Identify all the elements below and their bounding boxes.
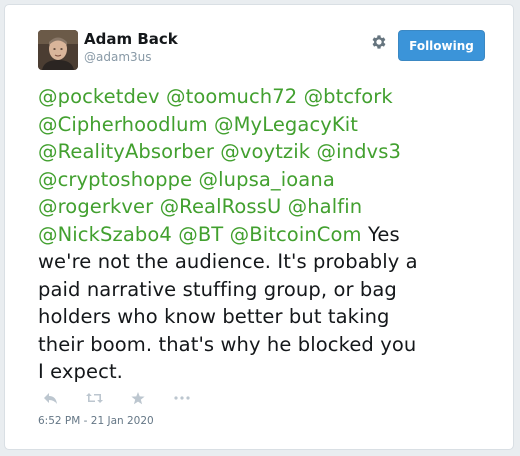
- avatar-image: [38, 30, 78, 70]
- mention-link[interactable]: @RealityAbsorber: [38, 140, 214, 163]
- tweet-text-line: their boom. that's why he blocked you: [38, 331, 508, 359]
- mention-link[interactable]: @cryptoshoppe: [38, 168, 192, 191]
- tweet-text-line: @pocketdev @toomuch72 @btcfork: [38, 83, 508, 111]
- tweet-text-segment: their boom. that's why he blocked you: [38, 332, 417, 356]
- tweet-text-line: @NickSzabo4 @BT @BitcoinCom Yes: [38, 221, 508, 249]
- tweet-text-line: @rogerkver @RealRossU @halfin: [38, 193, 508, 221]
- gear-icon[interactable]: [370, 33, 388, 51]
- tweet-text-segment: I expect.: [38, 360, 123, 383]
- tweet-timestamp[interactable]: 6:52 PM - 21 Jan 2020: [38, 415, 154, 427]
- mention-link[interactable]: @btcfork: [304, 85, 393, 108]
- author-handle[interactable]: @adam3us: [84, 50, 152, 64]
- mention-link[interactable]: @BitcoinCom: [230, 223, 362, 246]
- tweet-text-line: we're not the audience. It's probably a: [38, 248, 508, 276]
- tweet-text-segment: Yes: [361, 222, 400, 246]
- mention-link[interactable]: @voytzik: [220, 140, 310, 163]
- tweet-text-line: @cryptoshoppe @lupsa_ioana: [38, 166, 508, 194]
- mention-link[interactable]: @pocketdev: [38, 85, 160, 108]
- tweet-text: @pocketdev @toomuch72 @btcfork @Cipherhoo…: [38, 83, 508, 386]
- tweet-text-line: @RealityAbsorber @voytzik @indvs3: [38, 138, 508, 166]
- tweet-text-line: paid narrative stuffing group, or bag: [38, 276, 508, 304]
- tweet-text-line: @Cipherhoodlum @MyLegacyKit: [38, 111, 508, 139]
- tweet-text-line: I expect.: [38, 358, 508, 386]
- author-name[interactable]: Adam Back: [84, 30, 178, 48]
- mention-link[interactable]: @lupsa_ioana: [199, 168, 335, 191]
- mention-link[interactable]: @MyLegacyKit: [214, 113, 358, 136]
- retweet-icon[interactable]: [84, 389, 104, 407]
- tweet-text-segment: paid narrative stuffing group, or bag: [38, 277, 397, 301]
- mention-link[interactable]: @Cipherhoodlum: [38, 113, 208, 136]
- mention-link[interactable]: @NickSzabo4: [38, 223, 172, 246]
- like-icon[interactable]: [128, 389, 148, 407]
- mention-link[interactable]: @RealRossU: [160, 195, 282, 218]
- mention-link[interactable]: @rogerkver: [38, 195, 153, 218]
- mention-link[interactable]: @toomuch72: [166, 85, 297, 108]
- mention-link[interactable]: @halfin: [288, 195, 363, 218]
- following-button[interactable]: Following: [398, 30, 485, 61]
- avatar[interactable]: [38, 30, 78, 70]
- tweet-text-line: holders who know better but taking: [38, 303, 508, 331]
- tweet-text-segment: we're not the audience. It's probably a: [38, 250, 418, 273]
- reply-icon[interactable]: [40, 389, 60, 407]
- more-icon[interactable]: [172, 389, 192, 407]
- mention-link[interactable]: @indvs3: [317, 140, 401, 163]
- tweet-text-segment: holders who know better but taking: [38, 305, 390, 328]
- tweet-card: Adam Back @adam3us Following @pocketdev …: [4, 4, 514, 450]
- mention-link[interactable]: @BT: [178, 223, 223, 246]
